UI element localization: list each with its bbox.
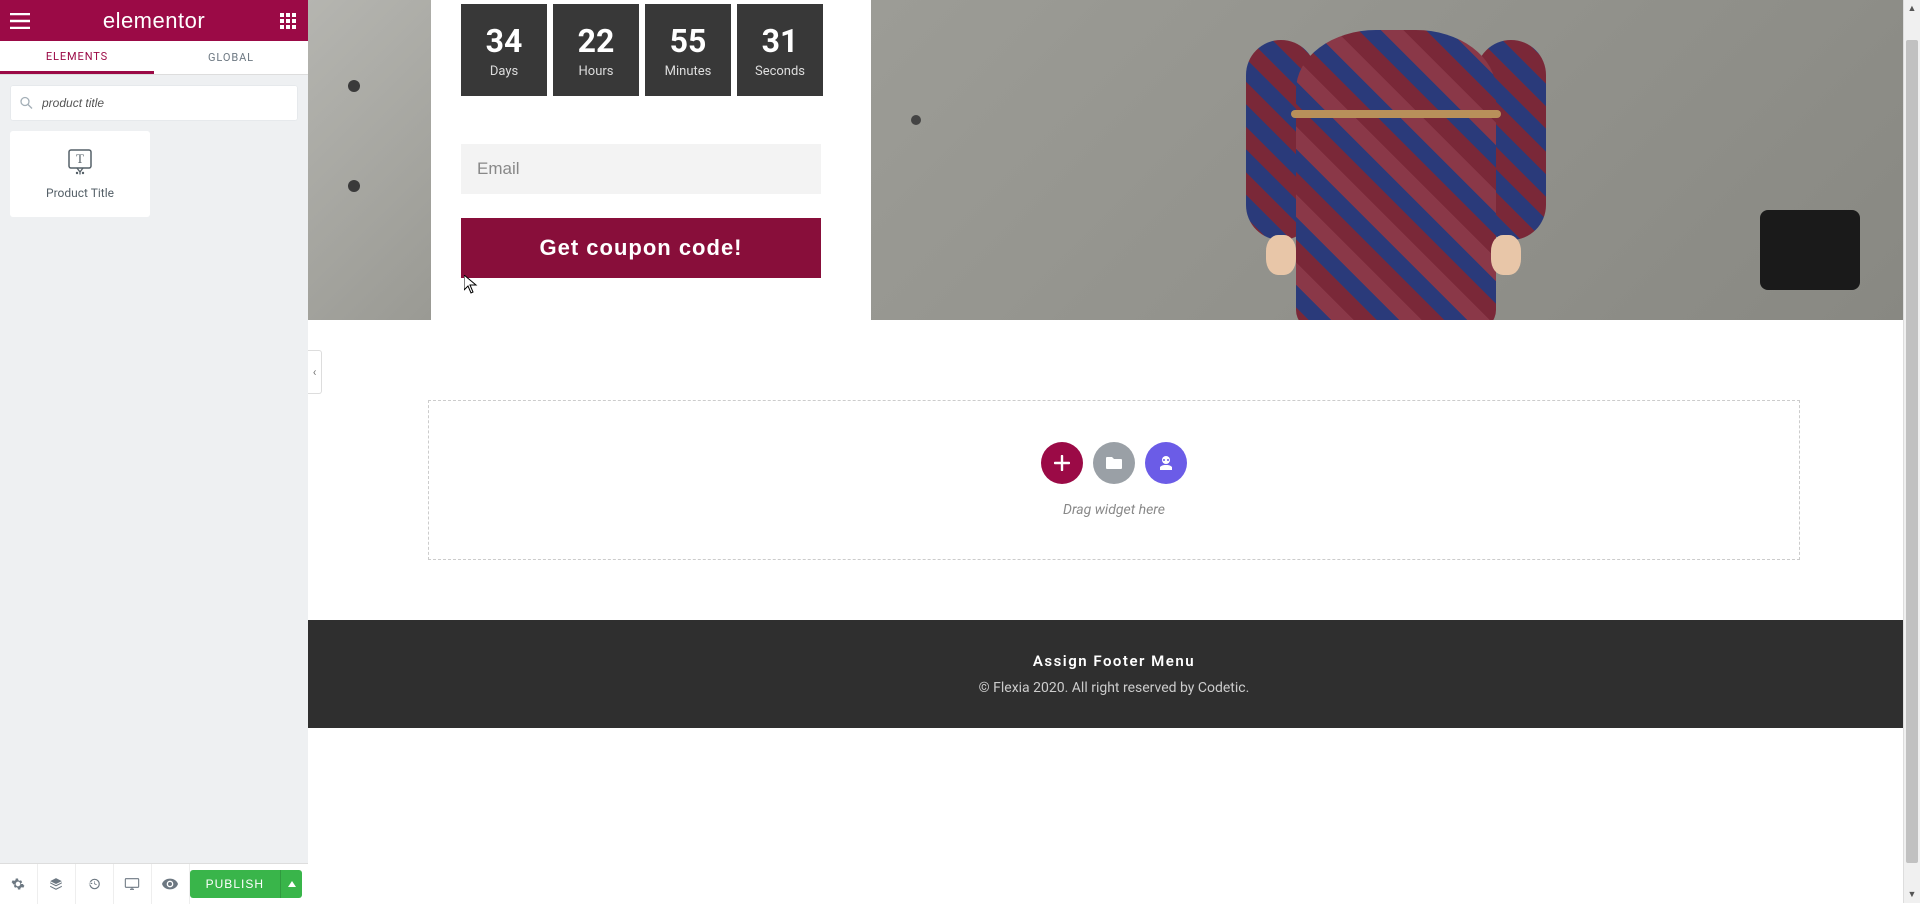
- footer-copyright: © Flexia 2020. All right reserved by Cod…: [979, 680, 1250, 696]
- bag-icon: [1760, 210, 1860, 290]
- tab-elements[interactable]: ELEMENTS: [0, 41, 154, 74]
- hero-left-bg: 34 Days 22 Hours 55 Minutes 31: [308, 0, 871, 320]
- drop-buttons: [1041, 442, 1187, 484]
- model-figure: [1196, 0, 1596, 320]
- hero-form: Get coupon code!: [461, 144, 841, 278]
- tab-global[interactable]: GLOBAL: [154, 41, 308, 74]
- coupon-button[interactable]: Get coupon code!: [461, 218, 821, 278]
- preview-icon[interactable]: [152, 864, 190, 904]
- drop-section: Drag widget here: [308, 320, 1920, 620]
- site-footer: Assign Footer Menu © Flexia 2020. All ri…: [308, 620, 1920, 728]
- template-folder-icon[interactable]: [1093, 442, 1135, 484]
- countdown-seconds: 31 Seconds: [737, 4, 823, 96]
- search-icon: [20, 97, 33, 110]
- publish-button[interactable]: PUBLISH: [190, 870, 280, 898]
- countdown: 34 Days 22 Hours 55 Minutes 31: [461, 4, 841, 96]
- menu-icon[interactable]: [8, 9, 32, 33]
- scroll-up-icon[interactable]: ▲: [1904, 0, 1920, 17]
- panel-tabs: ELEMENTS GLOBAL: [0, 41, 308, 75]
- drop-hint: Drag widget here: [1063, 502, 1165, 518]
- drop-zone[interactable]: Drag widget here: [428, 400, 1800, 560]
- widget-label: Product Title: [46, 186, 114, 200]
- widget-product-title[interactable]: T Product Title: [10, 131, 150, 217]
- scrollbar[interactable]: ▲ ▼: [1903, 0, 1920, 903]
- search-container: [10, 85, 298, 121]
- product-title-icon: T: [66, 148, 94, 176]
- widget-grid: T Product Title: [0, 131, 308, 217]
- history-icon[interactable]: [76, 864, 114, 904]
- scroll-thumb[interactable]: [1906, 40, 1918, 863]
- panel-footer: PUBLISH: [0, 863, 308, 903]
- editor-canvas: ‹ 34 Days 22 Hours 55: [308, 0, 1920, 903]
- countdown-hours: 22 Hours: [553, 4, 639, 96]
- footer-menu-link[interactable]: Assign Footer Menu: [1033, 652, 1195, 670]
- settings-icon[interactable]: [0, 864, 38, 904]
- logo: elementor: [103, 8, 205, 34]
- scroll-down-icon[interactable]: ▼: [1904, 886, 1920, 903]
- countdown-days: 34 Days: [461, 4, 547, 96]
- hero-section: 34 Days 22 Hours 55 Minutes 31: [308, 0, 1920, 320]
- hero-content-box: 34 Days 22 Hours 55 Minutes 31: [431, 0, 871, 320]
- editor-panel: elementor ELEMENTS GLOBAL: [0, 0, 308, 903]
- collapse-panel-icon[interactable]: ‹: [308, 350, 322, 394]
- publish-options-icon[interactable]: [280, 870, 302, 898]
- responsive-icon[interactable]: [114, 864, 152, 904]
- ai-icon[interactable]: [1145, 442, 1187, 484]
- wall-bolt-icon: [911, 115, 921, 125]
- countdown-minutes: 55 Minutes: [645, 4, 731, 96]
- apps-icon[interactable]: [276, 9, 300, 33]
- panel-header: elementor: [0, 0, 308, 41]
- add-section-icon[interactable]: [1041, 442, 1083, 484]
- email-input[interactable]: [461, 144, 821, 194]
- hero-image: [871, 0, 1920, 320]
- navigator-icon[interactable]: [38, 864, 76, 904]
- svg-text:T: T: [76, 151, 84, 166]
- search-input[interactable]: [42, 96, 288, 110]
